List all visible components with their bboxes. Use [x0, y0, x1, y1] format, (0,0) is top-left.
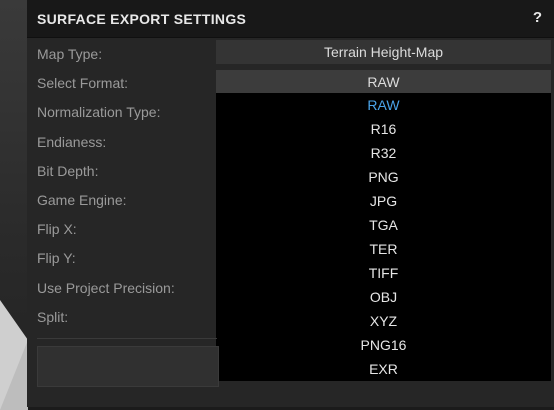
- format-dropdown-list: RAW R16 R32 PNG JPG TGA TER TIFF OBJ XYZ PNG16 EXR: [216, 93, 551, 381]
- endianess-label: Endianess:: [37, 134, 107, 150]
- section-divider: [37, 338, 217, 339]
- format-option-tga[interactable]: TGA: [216, 213, 551, 237]
- format-option-jpg[interactable]: JPG: [216, 189, 551, 213]
- background-rock-shape: [0, 300, 28, 410]
- format-option-ter[interactable]: TER: [216, 237, 551, 261]
- use-project-precision-label: Use Project Precision:: [37, 280, 175, 296]
- help-icon[interactable]: ?: [533, 9, 542, 26]
- flip-y-label: Flip Y:: [37, 250, 76, 266]
- export-button[interactable]: [37, 346, 219, 387]
- normalization-type-label: Normalization Type:: [37, 104, 161, 120]
- format-option-png16[interactable]: PNG16: [216, 333, 551, 357]
- format-option-png[interactable]: PNG: [216, 165, 551, 189]
- format-option-r16[interactable]: R16: [216, 117, 551, 141]
- game-engine-label: Game Engine:: [37, 192, 127, 208]
- format-option-tiff[interactable]: TIFF: [216, 261, 551, 285]
- surface-export-settings-panel: SURFACE EXPORT SETTINGS ? Map Type: Sele…: [27, 0, 554, 407]
- format-option-r32[interactable]: R32: [216, 141, 551, 165]
- map-type-label: Map Type:: [37, 46, 103, 62]
- format-option-obj[interactable]: OBJ: [216, 285, 551, 309]
- format-option-xyz[interactable]: XYZ: [216, 309, 551, 333]
- format-select[interactable]: RAW: [216, 70, 551, 94]
- format-option-exr[interactable]: EXR: [216, 357, 551, 381]
- map-type-select[interactable]: Terrain Height-Map: [216, 40, 551, 64]
- select-format-label: Select Format:: [37, 75, 129, 91]
- format-option-raw[interactable]: RAW: [216, 93, 551, 117]
- panel-title: SURFACE EXPORT SETTINGS: [37, 11, 247, 27]
- panel-header: SURFACE EXPORT SETTINGS ?: [27, 0, 554, 38]
- split-label: Split:: [37, 309, 69, 325]
- flip-x-label: Flip X:: [37, 221, 77, 237]
- bit-depth-label: Bit Depth:: [37, 163, 99, 179]
